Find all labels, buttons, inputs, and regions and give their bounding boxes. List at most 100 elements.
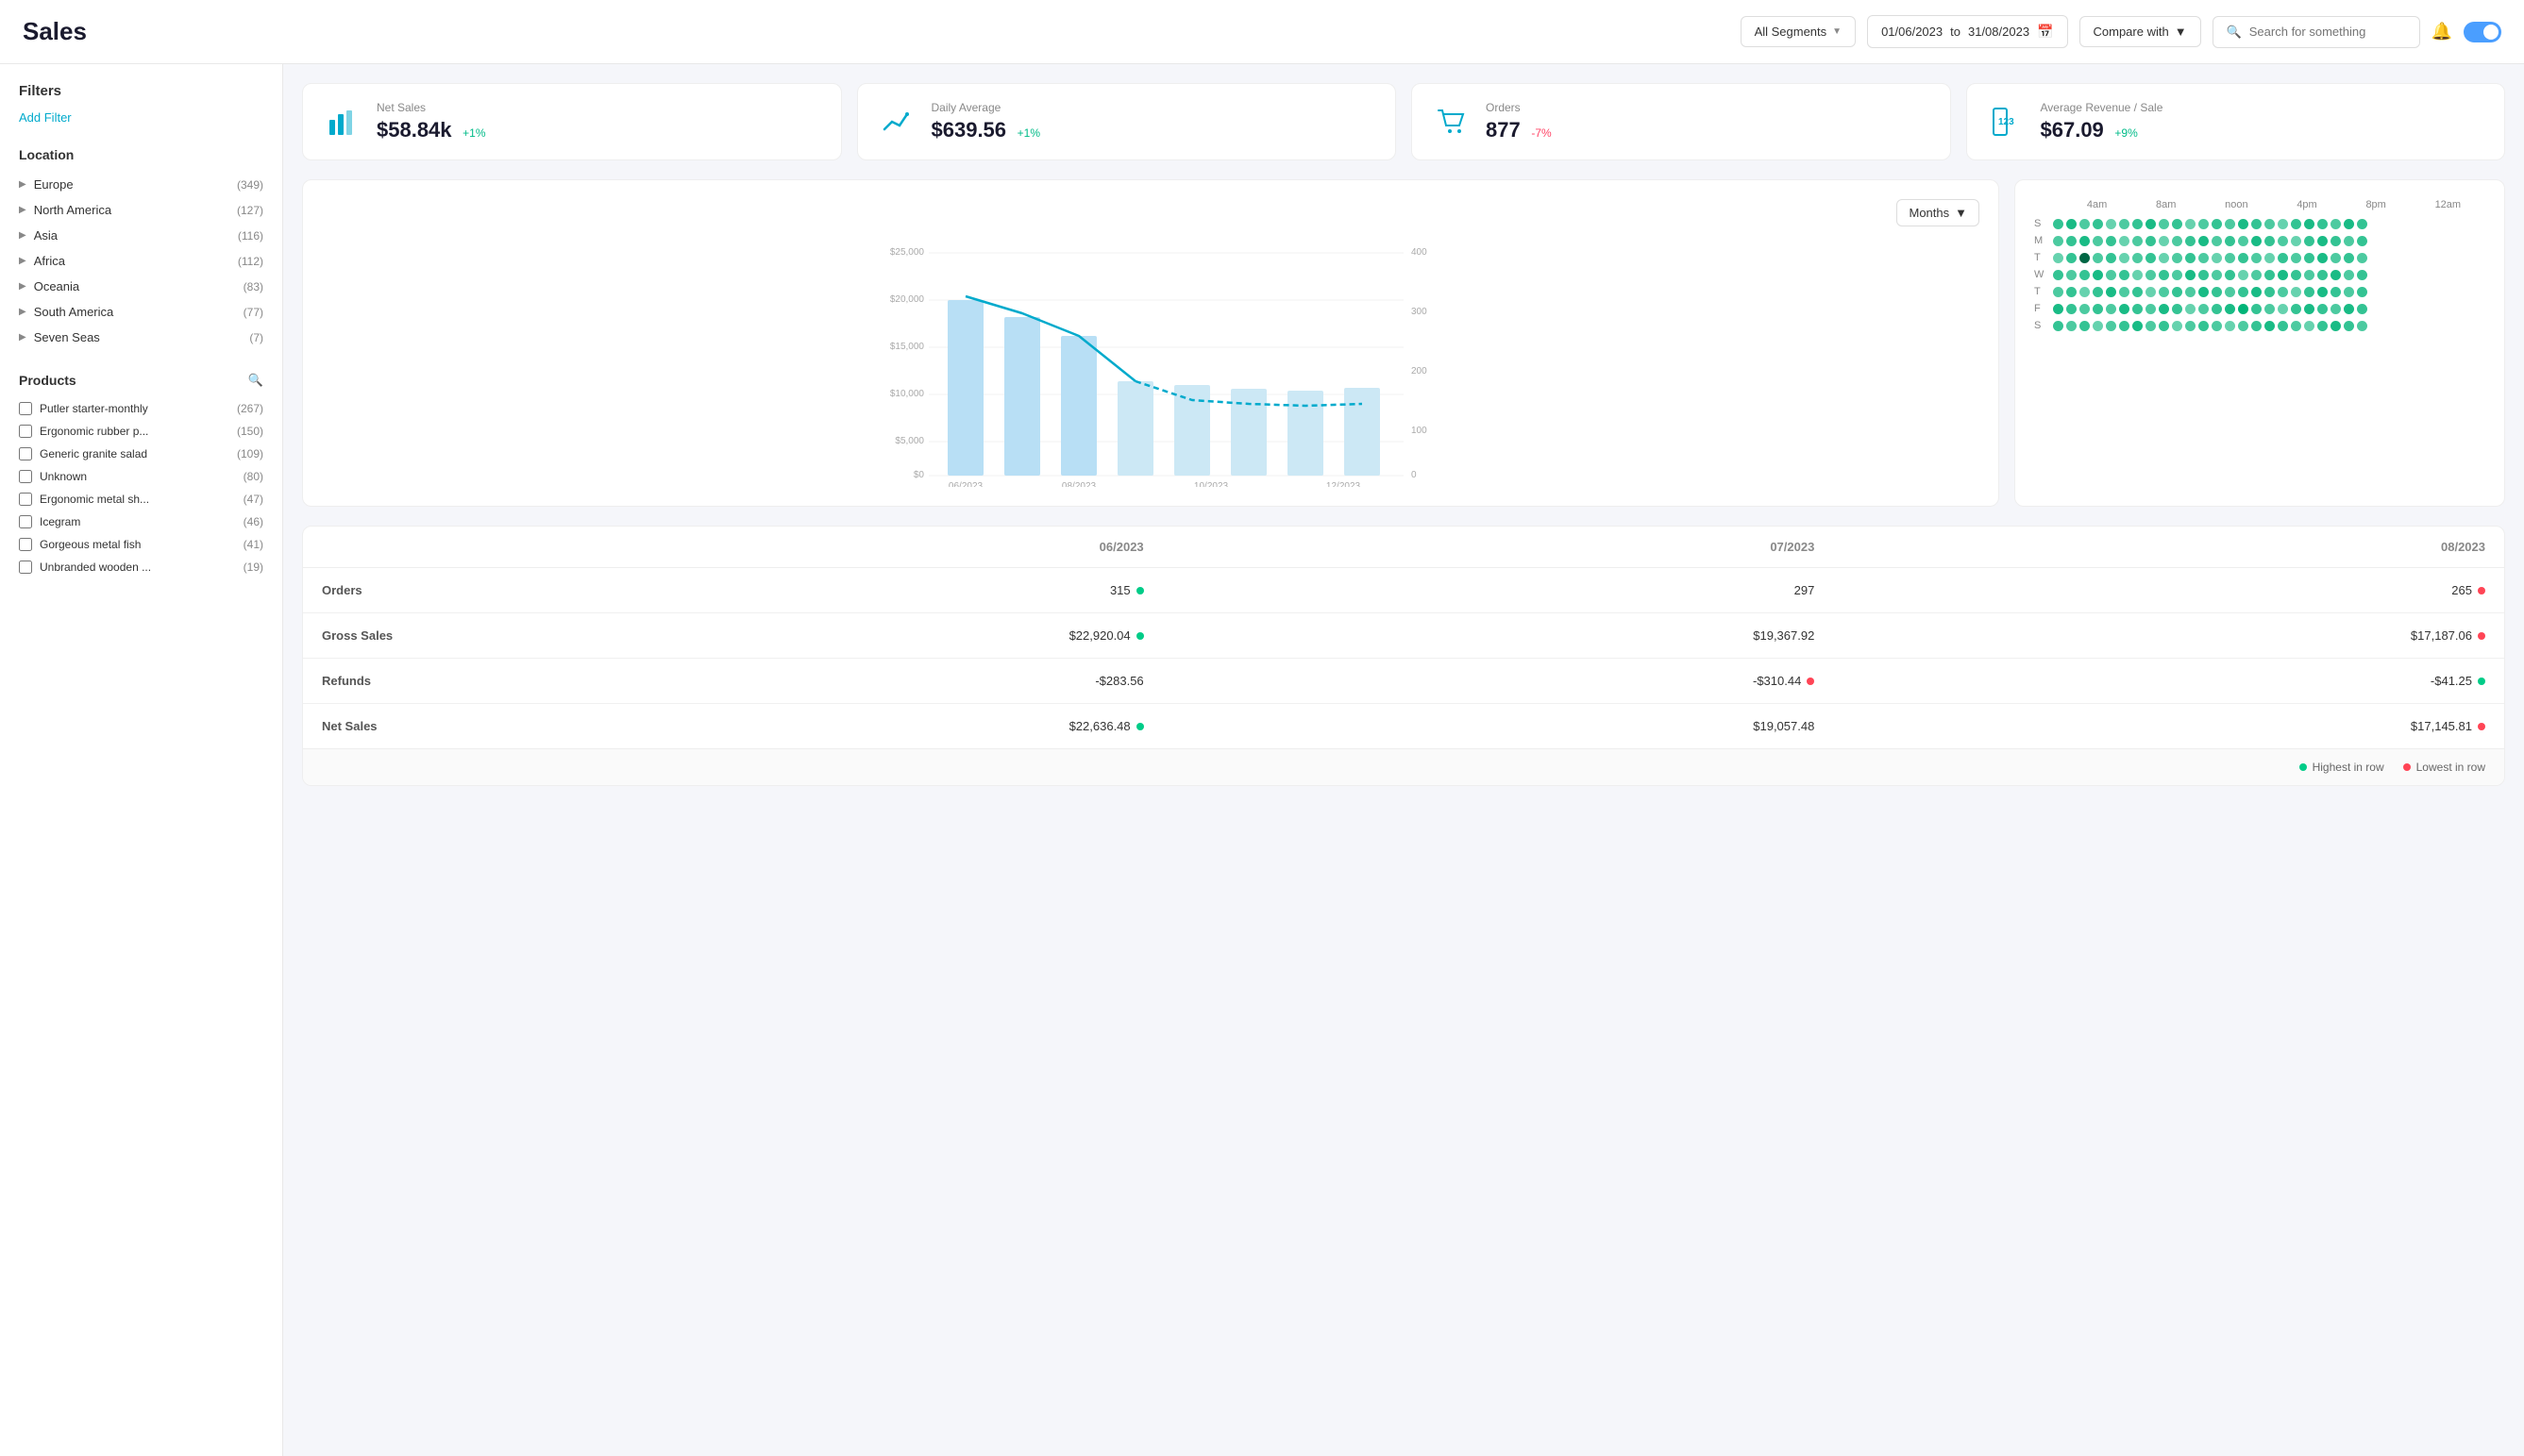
heatmap-dot	[2159, 270, 2169, 280]
heatmap-dot	[2291, 236, 2301, 246]
heatmap-dot	[2291, 321, 2301, 331]
months-dropdown[interactable]: Months ▼	[1896, 199, 1979, 226]
theme-toggle[interactable]	[2464, 22, 2501, 42]
time-8am: 8am	[2156, 199, 2176, 210]
add-filter-button[interactable]: Add Filter	[19, 110, 263, 125]
heatmap-dot	[2317, 253, 2328, 263]
heatmap-dot	[2212, 253, 2222, 263]
segment-dropdown[interactable]: All Segments ▼	[1741, 16, 1857, 47]
heatmap-time-labels: 4am 8am noon 4pm 8pm 12am	[2034, 199, 2485, 210]
heatmap-dot	[2251, 236, 2262, 246]
kpi-label-net-sales: Net Sales	[377, 101, 822, 114]
compare-label: Compare with	[2094, 25, 2169, 39]
heatmap-dots	[2053, 236, 2367, 246]
bar-chart-icon	[322, 101, 363, 142]
date-range-picker[interactable]: 01/06/2023 to 31/08/2023 📅	[1867, 15, 2067, 48]
compare-dropdown[interactable]: Compare with ▼	[2079, 16, 2201, 47]
product-checkbox[interactable]	[19, 425, 32, 438]
heatmap-dot	[2357, 321, 2367, 331]
heatmap-dot	[2132, 321, 2143, 331]
location-item-africa[interactable]: ▶ Africa (112)	[19, 248, 263, 274]
heatmap-dots	[2053, 321, 2367, 331]
svg-text:100: 100	[1411, 426, 1427, 436]
table-cell-value: $22,920.04	[492, 613, 1163, 658]
heatmap-day-label: T	[2034, 286, 2053, 297]
heatmap-dot	[2264, 253, 2275, 263]
heatmap-dot	[2053, 219, 2063, 229]
heatmap-dot	[2132, 270, 2143, 280]
heatmap-dot	[2172, 270, 2182, 280]
heatmap-dot	[2264, 304, 2275, 314]
kpi-card-daily-avg: Daily Average $639.56 +1%	[857, 83, 1397, 160]
product-checkbox[interactable]	[19, 561, 32, 574]
table-cell-value: 315	[492, 568, 1163, 612]
svg-text:10/2023: 10/2023	[1194, 481, 1229, 487]
heatmap-dot	[2172, 321, 2182, 331]
time-8pm: 8pm	[2365, 199, 2385, 210]
heatmap-dot	[2212, 321, 2222, 331]
svg-text:$10,000: $10,000	[890, 389, 925, 399]
heatmap-dot	[2225, 287, 2235, 297]
heatmap-dot	[2119, 236, 2129, 246]
product-checkbox[interactable]	[19, 515, 32, 528]
location-item-asia[interactable]: ▶ Asia (116)	[19, 223, 263, 248]
product-checkbox[interactable]	[19, 538, 32, 551]
table-cell-label: Orders	[303, 568, 492, 612]
heatmap-dot	[2159, 287, 2169, 297]
heatmap-dot	[2132, 236, 2143, 246]
heatmap-dot	[2066, 304, 2077, 314]
heatmap-dot	[2330, 321, 2341, 331]
heatmap-dot	[2053, 236, 2063, 246]
table-cell-value: $19,367.92	[1163, 613, 1834, 658]
heatmap-dot	[2053, 253, 2063, 263]
line-chart-icon	[877, 101, 918, 142]
heatmap-dot	[2238, 304, 2248, 314]
table-cell-value: $17,187.06	[1833, 613, 2504, 658]
heatmap-dot	[2212, 270, 2222, 280]
search-box[interactable]: 🔍	[2213, 16, 2420, 48]
location-title: Location	[19, 147, 263, 162]
heatmap-dot	[2185, 236, 2196, 246]
products-search-icon[interactable]: 🔍	[248, 373, 263, 388]
heatmap-dots	[2053, 304, 2367, 314]
heatmap-dot	[2066, 236, 2077, 246]
heatmap-dot	[2251, 287, 2262, 297]
product-checkbox[interactable]	[19, 470, 32, 483]
location-name: South America	[34, 305, 114, 319]
product-item: Putler starter-monthly (267)	[19, 397, 263, 420]
notification-bell-icon[interactable]: 🔔	[2431, 22, 2452, 42]
heatmap-dot	[2093, 287, 2103, 297]
products-header: Products 🔍	[19, 373, 263, 388]
location-item-oceania[interactable]: ▶ Oceania (83)	[19, 274, 263, 299]
heatmap-dot	[2251, 304, 2262, 314]
location-name: Asia	[34, 228, 58, 243]
app-header: Sales All Segments ▼ 01/06/2023 to 31/08…	[0, 0, 2524, 64]
product-checkbox[interactable]	[19, 447, 32, 460]
heatmap-dot	[2330, 253, 2341, 263]
location-count: (112)	[238, 255, 263, 268]
location-item-south-america[interactable]: ▶ South America (77)	[19, 299, 263, 325]
svg-text:12/2023: 12/2023	[1326, 481, 1361, 487]
svg-text:$5,000: $5,000	[895, 436, 924, 446]
search-input[interactable]	[2249, 25, 2406, 39]
location-item-seven-seas[interactable]: ▶ Seven Seas (7)	[19, 325, 263, 350]
product-count: (267)	[237, 402, 263, 415]
location-item-europe[interactable]: ▶ Europe (349)	[19, 172, 263, 197]
kpi-info-orders: Orders 877 -7%	[1486, 101, 1931, 142]
col-header-0723: 07/2023	[1163, 527, 1834, 567]
heatmap-dot	[2357, 270, 2367, 280]
heatmap-dot	[2278, 253, 2288, 263]
table-cell-value: -$310.44	[1163, 659, 1834, 703]
kpi-label-avg-revenue: Average Revenue / Sale	[2041, 101, 2486, 114]
location-item-north-america[interactable]: ▶ North America (127)	[19, 197, 263, 223]
product-checkbox[interactable]	[19, 493, 32, 506]
table-cell-value: $22,636.48	[492, 704, 1163, 748]
svg-text:06/2023: 06/2023	[949, 481, 984, 487]
heatmap-dot	[2330, 304, 2341, 314]
time-4pm: 4pm	[2297, 199, 2316, 210]
product-checkbox[interactable]	[19, 402, 32, 415]
svg-text:$25,000: $25,000	[890, 247, 925, 258]
heatmap-dot	[2264, 236, 2275, 246]
location-name: Europe	[34, 177, 74, 192]
chevron-down-icon: ▼	[2175, 25, 2187, 39]
